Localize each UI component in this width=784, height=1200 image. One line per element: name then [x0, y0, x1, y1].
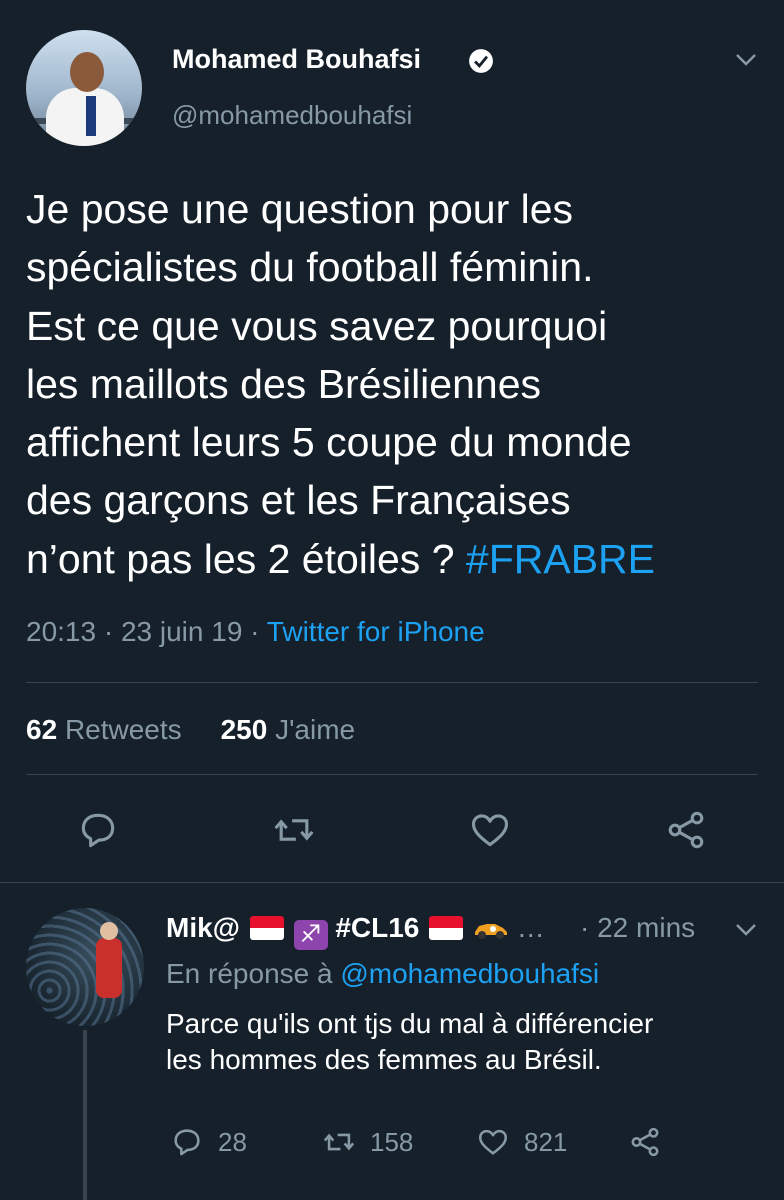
reply-text: Parce qu'ils ont tjs du mal à différenci…	[166, 1006, 766, 1078]
author-handle[interactable]: @mohamedbouhafsi	[172, 100, 412, 131]
reply-replies-count: 28	[218, 1126, 247, 1157]
race-car-icon	[474, 924, 507, 939]
thread-line	[83, 1030, 87, 1200]
likes-stat[interactable]: 250 J'aime	[221, 714, 356, 745]
reply-reply-button[interactable]: 28	[170, 1124, 247, 1160]
tweet-text-line: des garçons et les Françaises	[26, 477, 571, 524]
tweet-text-line: n’ont pas les 2 étoiles ? #FRABRE	[26, 535, 655, 582]
retweets-stat[interactable]: 62 Retweets	[26, 714, 182, 745]
tweet-source-link[interactable]: Twitter for iPhone	[267, 616, 485, 647]
tweet-text-line: Est ce que vous savez pourquoi	[26, 302, 608, 349]
share-icon	[631, 1127, 659, 1157]
tweet-text-line: les maillots des Brésiliennes	[26, 360, 542, 407]
verified-icon	[469, 49, 493, 73]
tweet-stats: 62 Retweets 250 J'aime	[26, 714, 355, 746]
reply-icon[interactable]	[76, 808, 120, 852]
divider	[26, 774, 758, 775]
reply-text-line: les hommes des femmes au Brésil.	[166, 1044, 602, 1075]
tweet-text-line: affichent leurs 5 coupe du monde	[26, 419, 632, 466]
like-icon[interactable]	[468, 808, 512, 852]
tweet-text: Je pose une question pour les spécialist…	[26, 180, 766, 588]
sagittarius-icon: ♐	[293, 920, 328, 950]
reply-likes-count: 821	[524, 1126, 568, 1157]
tweet-date: 23 juin 19	[120, 616, 243, 647]
reply-time: · 22 mins	[580, 912, 696, 943]
divider	[0, 882, 784, 883]
chevron-down-icon[interactable]	[734, 922, 758, 938]
reply-icon	[174, 1129, 200, 1156]
like-icon	[478, 1129, 508, 1155]
reply-text-line: Parce qu'ils ont tjs du mal à différenci…	[166, 1008, 654, 1039]
tweet-text-line: Je pose une question pour les	[26, 186, 574, 232]
divider	[26, 682, 758, 683]
reply-retweets-count: 158	[370, 1126, 414, 1157]
monaco-flag-icon	[429, 916, 464, 940]
reply-author-avatar[interactable]	[26, 908, 144, 1026]
author-avatar[interactable]	[26, 30, 142, 146]
reply-retweet-button[interactable]: 158	[322, 1124, 413, 1160]
tweet-text-line: spécialistes du football féminin.	[26, 244, 594, 291]
retweet-icon[interactable]	[272, 808, 316, 852]
chevron-down-icon[interactable]	[734, 52, 758, 68]
tweet-time: 20:13	[26, 616, 97, 647]
author-name[interactable]: Mohamed Bouhafsi	[172, 44, 421, 75]
monaco-flag-icon	[249, 916, 284, 940]
reply-to-line: En réponse à @mohamedbouhafsi	[166, 958, 600, 989]
reply-like-button[interactable]: 821	[476, 1124, 567, 1160]
reply-to-handle-link[interactable]: @mohamedbouhafsi	[340, 958, 599, 989]
reply-share-button[interactable]	[628, 1124, 662, 1160]
retweet-icon	[323, 1133, 355, 1151]
share-icon[interactable]	[664, 808, 708, 852]
hashtag-link[interactable]: #FRABRE	[466, 536, 655, 582]
reply-author-name[interactable]: Mik@ ♐ #CL16 …	[166, 912, 545, 950]
tweet-meta: 20:13 · 23 juin 19 · Twitter for iPhone	[26, 616, 485, 647]
